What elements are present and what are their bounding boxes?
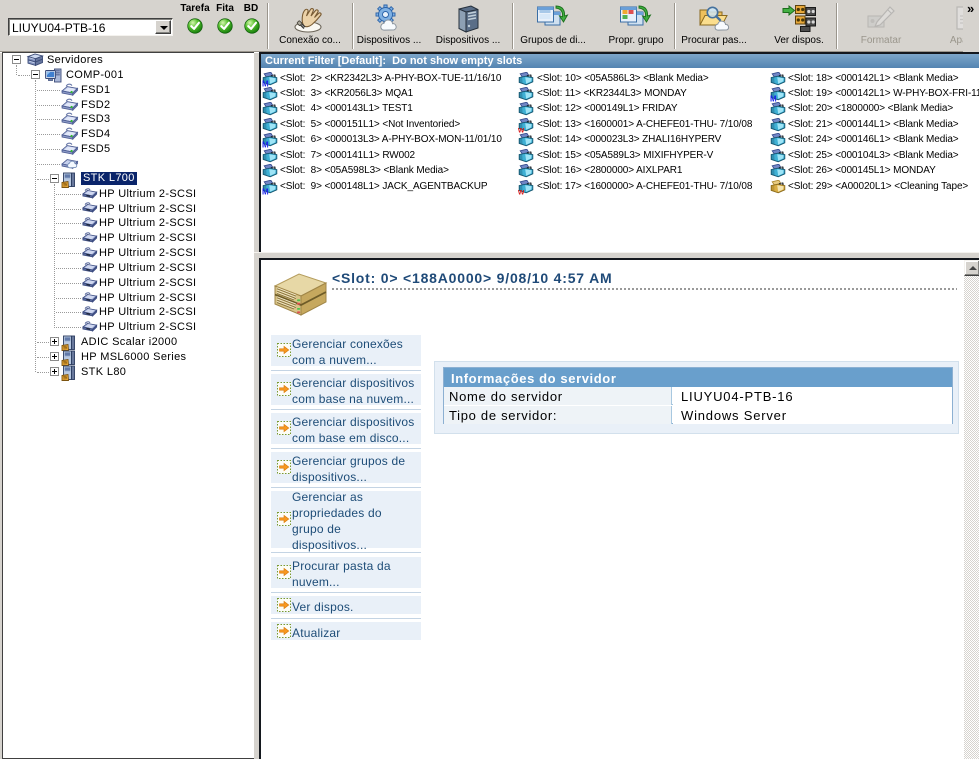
svg-text:w: w	[518, 126, 525, 134]
svg-text:M: M	[262, 80, 269, 88]
svg-text:M: M	[262, 141, 269, 149]
svg-text:M: M	[262, 188, 269, 196]
svg-text:w: w	[518, 188, 525, 196]
svg-text:M: M	[770, 95, 777, 103]
